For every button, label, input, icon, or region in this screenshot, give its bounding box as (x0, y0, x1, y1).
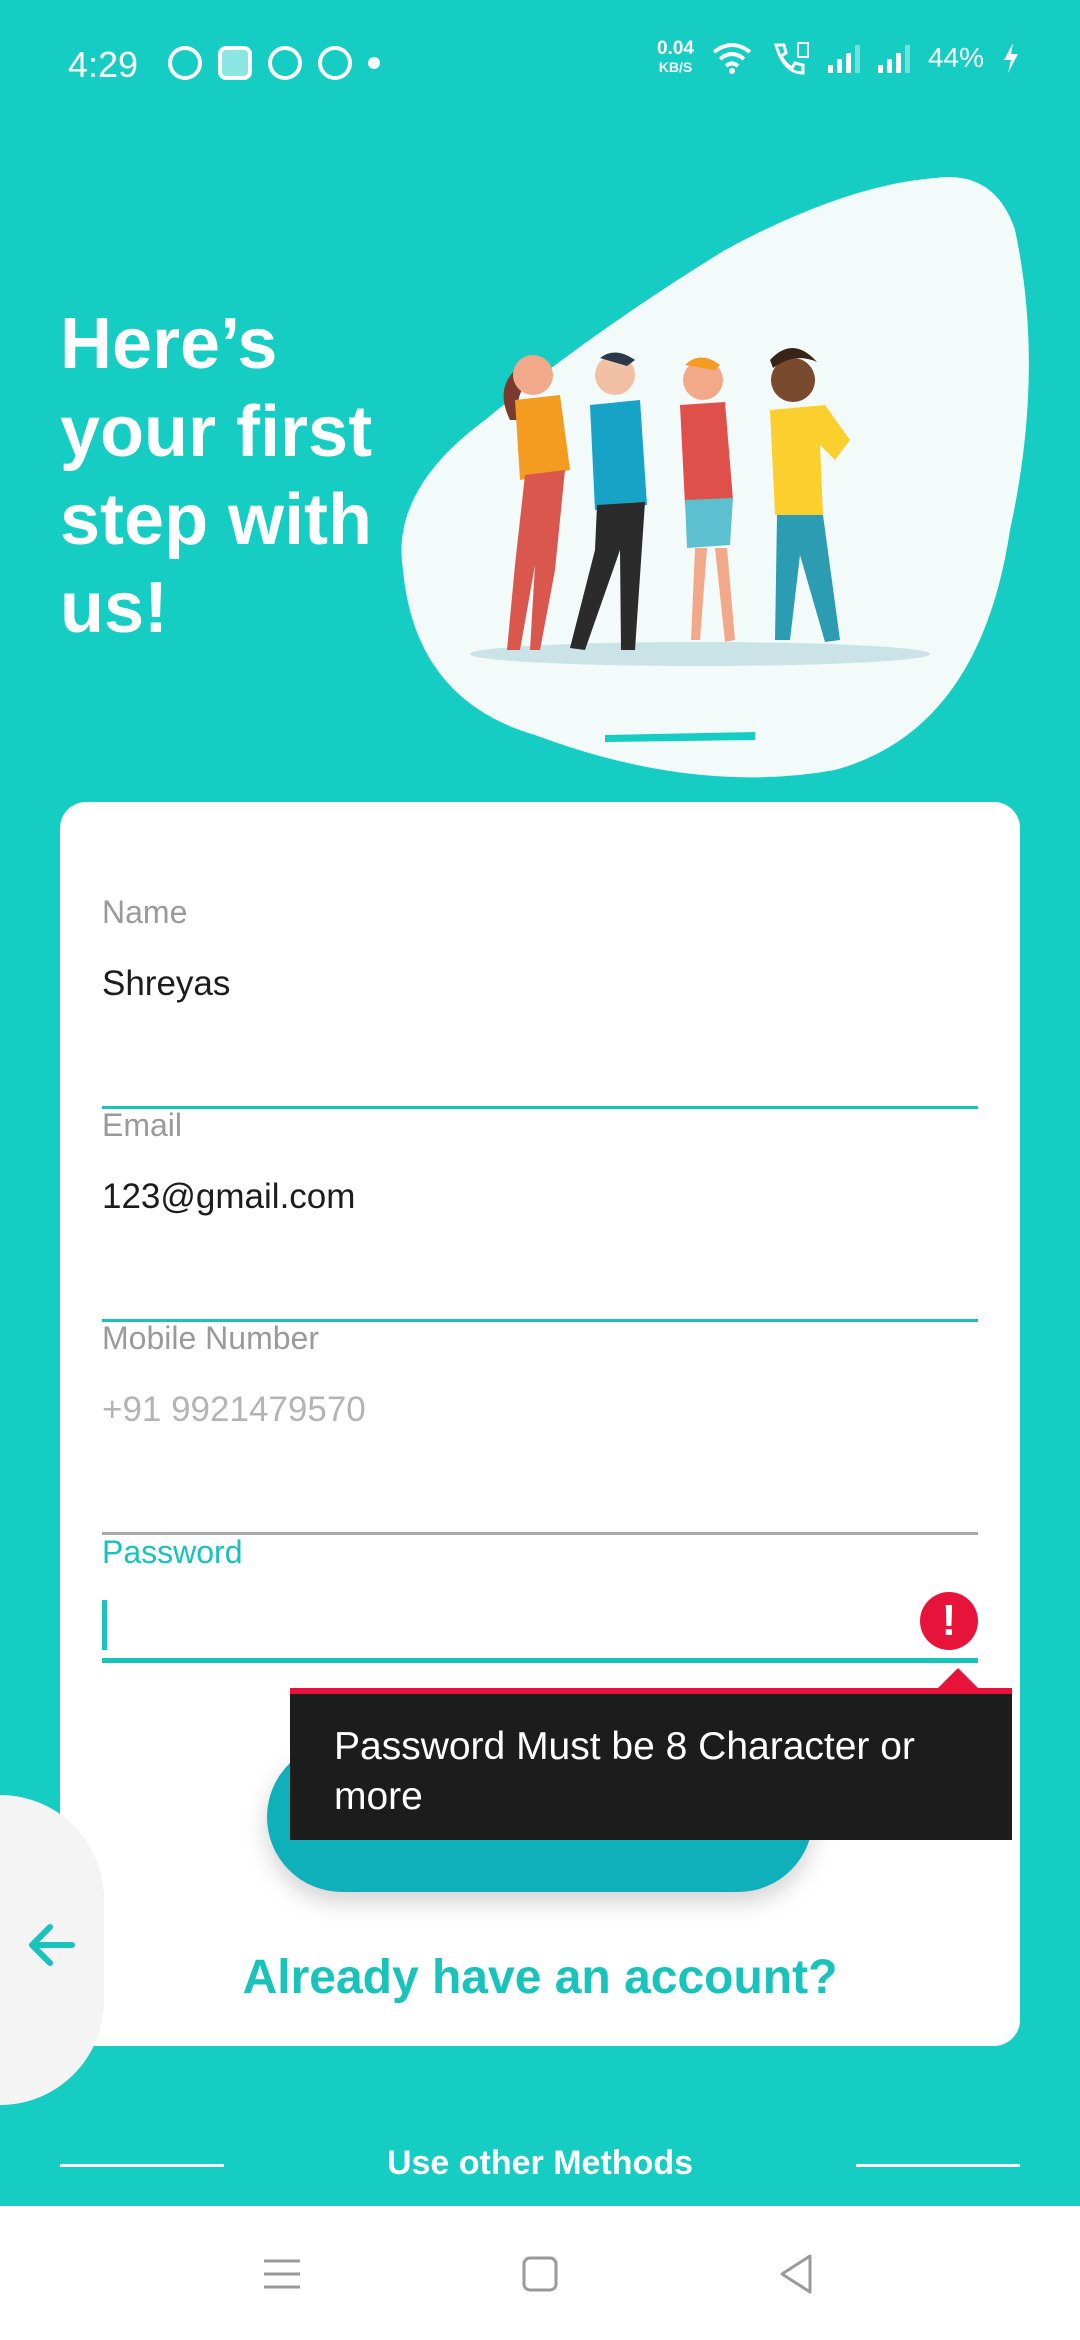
text-cursor (102, 1600, 107, 1650)
email-input[interactable]: 123@gmail.com (102, 1177, 355, 1217)
home-icon[interactable] (510, 2244, 570, 2304)
signal-2-icon (877, 43, 910, 73)
password-label: Password (102, 1534, 243, 1570)
email-label: Email (102, 1107, 183, 1143)
back-arrow-icon[interactable] (22, 1915, 82, 1975)
error-icon[interactable]: ! (920, 1592, 978, 1650)
more-dot-icon (368, 57, 380, 69)
name-input[interactable]: Shreyas (102, 964, 230, 1004)
system-indicators: 0.04 KB/S 44% (656, 38, 1020, 76)
mobile-label: Mobile Number (102, 1320, 319, 1356)
notification-icons (168, 46, 380, 80)
mobile-field[interactable]: Mobile Number +91 9921479570 (102, 1320, 978, 1535)
signup-card: Name Shreyas Email 123@gmail.com Mobile … (60, 802, 1020, 2046)
password-underline (102, 1658, 978, 1663)
other-methods-row: Use other Methods (0, 2140, 1080, 2190)
battery-level: 44% (927, 42, 984, 73)
call-volte-icon (773, 42, 809, 75)
error-tooltip: Password Must be 8 Character or more (290, 1688, 1012, 1840)
wifi-icon (712, 43, 752, 74)
divider-right (856, 2164, 1020, 2167)
gallery-icon (218, 46, 252, 80)
status-bar: 4:29 0.04 KB/S 44% (0, 0, 1080, 130)
status-time: 4:29 (68, 44, 139, 85)
name-field[interactable]: Name Shreyas (102, 894, 978, 1109)
tooltip-arrow (938, 1668, 978, 1688)
password-field[interactable]: Password ! (102, 1534, 978, 1664)
page-title: Here’s your first step with us! (60, 304, 373, 648)
name-label: Name (102, 894, 188, 930)
mobile-input[interactable]: +91 9921479570 (102, 1390, 366, 1430)
signal-1-icon (827, 43, 860, 73)
pinwheel-icon (318, 46, 352, 80)
menu-icon[interactable] (252, 2244, 312, 2304)
network-speed: 0.04 KB/S (656, 38, 694, 75)
back-nav-icon[interactable] (766, 2244, 826, 2304)
navigation-bar (0, 2206, 1080, 2340)
charging-icon (1004, 43, 1018, 73)
friends-illustration (401, 177, 1029, 778)
login-link[interactable]: Already have an account? (60, 1950, 1020, 2005)
whatsapp-icon (168, 46, 202, 80)
message-icon (268, 46, 302, 80)
email-field[interactable]: Email 123@gmail.com (102, 1107, 978, 1322)
